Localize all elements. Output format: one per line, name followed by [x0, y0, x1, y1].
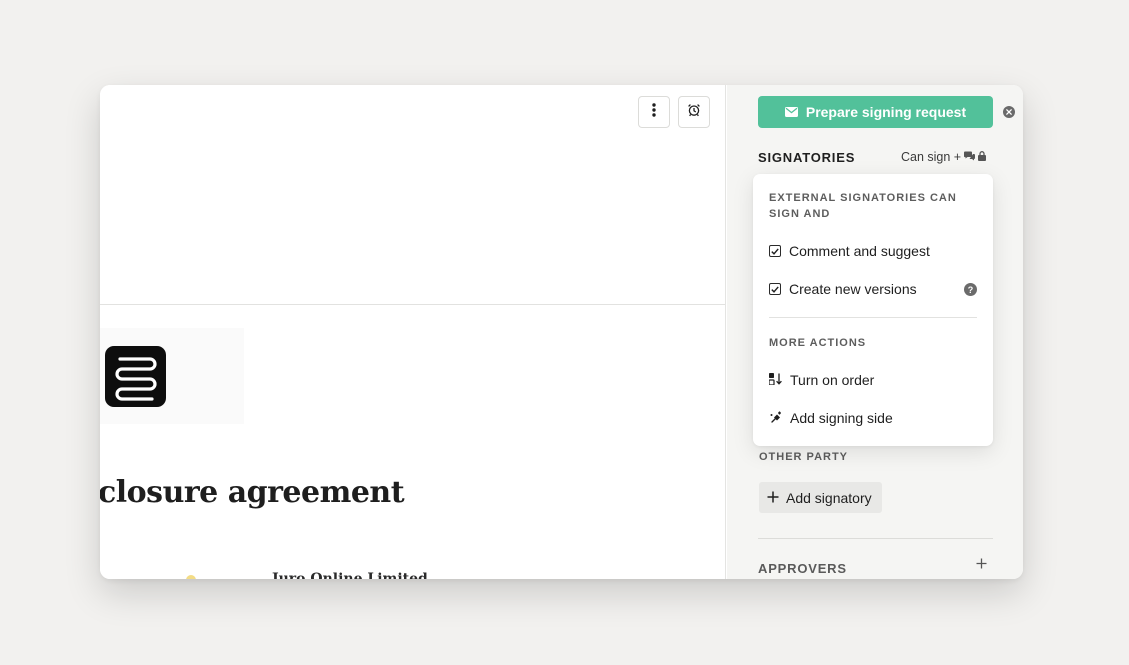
add-signatory-label: Add signatory [786, 489, 872, 506]
close-icon[interactable] [1003, 106, 1015, 118]
add-approver-button[interactable] [973, 557, 989, 573]
plus-icon [767, 490, 779, 506]
envelope-icon [784, 104, 798, 120]
create-new-versions-option[interactable]: Create new versions ? [769, 277, 977, 301]
comment-icon [964, 150, 976, 164]
external-signatories-heading: EXTERNAL SIGNATORIES CAN SIGN AND [769, 192, 957, 220]
approvers-heading: APPROVERS [758, 561, 847, 576]
sidebar-divider [758, 538, 993, 539]
alarm-clock-icon [687, 103, 701, 122]
party-name: Juro Online Limited [272, 571, 428, 579]
prepare-signing-request-label: Prepare signing request [805, 104, 967, 120]
signatory-permissions-popover: EXTERNAL SIGNATORIES CAN SIGN AND Commen… [753, 174, 993, 446]
add-signatory-button[interactable]: Add signatory [759, 482, 882, 513]
action-label: Turn on order [790, 372, 875, 388]
option-label: Create new versions [789, 281, 917, 297]
party-indicator [186, 575, 196, 579]
more-actions-heading: MORE ACTIONS [769, 337, 867, 349]
popover-divider [769, 317, 977, 318]
more-vertical-icon [652, 102, 656, 122]
help-icon[interactable]: ? [964, 283, 977, 296]
permissions-label: Can sign + [901, 150, 962, 164]
prepare-signing-request-button[interactable]: Prepare signing request [758, 96, 993, 128]
other-party-heading: OTHER PARTY [759, 451, 849, 463]
signatory-permissions-toggle[interactable]: Can sign + [901, 150, 987, 164]
lock-icon [978, 150, 987, 164]
plus-icon [976, 556, 987, 574]
document-pane: closure agreement Juro Online Limited [100, 85, 726, 579]
header-divider [100, 304, 725, 305]
turn-on-order-action[interactable]: Turn on order [768, 368, 977, 392]
comment-and-suggest-option[interactable]: Comment and suggest [769, 239, 977, 263]
action-label: Add signing side [790, 410, 893, 426]
checkbox-checked-icon[interactable] [769, 245, 781, 257]
reminder-button[interactable] [678, 96, 710, 128]
checkbox-checked-icon[interactable] [769, 283, 781, 295]
company-logo-area [100, 328, 244, 424]
add-signing-side-action[interactable]: Add signing side [769, 406, 977, 430]
add-side-icon [769, 410, 782, 426]
more-options-button[interactable] [638, 96, 670, 128]
sort-order-icon [768, 372, 782, 388]
document-title: closure agreement [100, 475, 405, 510]
juro-logo-icon [105, 346, 166, 407]
signatories-heading: SIGNATORIES [758, 150, 856, 165]
option-label: Comment and suggest [789, 243, 930, 259]
